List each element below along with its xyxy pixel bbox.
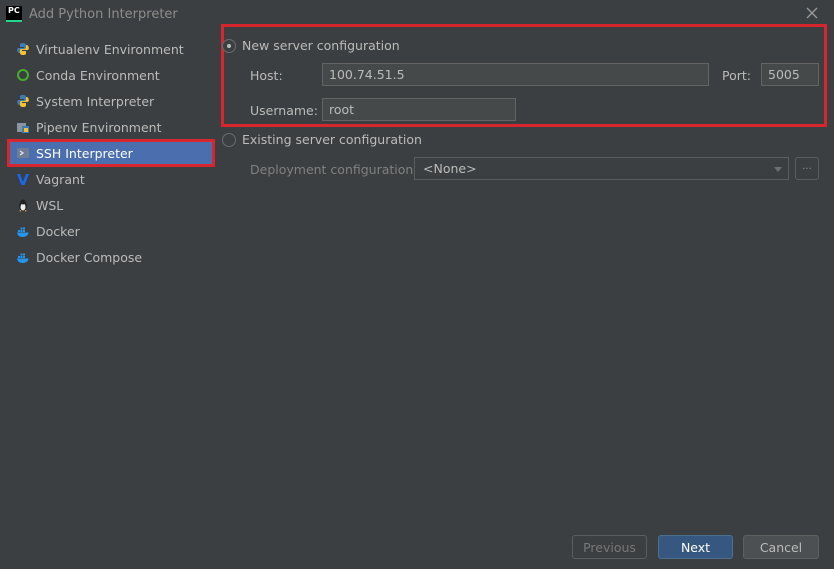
sidebar-item-conda[interactable]: Conda Environment <box>8 62 214 88</box>
deployment-config-select[interactable]: <None> <box>414 157 789 180</box>
sidebar-item-label: Pipenv Environment <box>36 119 162 135</box>
deployment-config-label: Deployment configuration: <box>250 162 418 177</box>
docker-icon <box>15 223 31 239</box>
username-input[interactable] <box>322 98 516 121</box>
cancel-button[interactable]: Cancel <box>743 535 819 559</box>
linux-icon <box>15 197 31 213</box>
sidebar-item-wsl[interactable]: WSL <box>8 192 214 218</box>
browse-deployment-button[interactable]: ... <box>795 157 819 180</box>
existing-server-radio[interactable] <box>222 133 236 147</box>
window-title: Add Python Interpreter <box>29 7 178 22</box>
interpreter-type-list: Virtualenv Environment Conda Environment… <box>7 36 215 270</box>
sidebar-item-label: SSH Interpreter <box>36 145 133 161</box>
sidebar-item-label: Docker <box>36 223 80 239</box>
close-icon[interactable] <box>804 5 820 21</box>
chevron-down-icon <box>774 167 782 172</box>
sidebar-item-docker-compose[interactable]: Docker Compose <box>8 244 214 270</box>
port-input[interactable] <box>761 63 819 86</box>
sidebar-item-virtualenv[interactable]: Virtualenv Environment <box>8 36 214 62</box>
sidebar-item-label: System Interpreter <box>36 93 155 109</box>
username-label: Username: <box>250 103 318 118</box>
existing-server-label: Existing server configuration <box>242 132 422 147</box>
python-icon <box>15 93 31 109</box>
deployment-config-value: <None> <box>423 161 477 176</box>
sidebar-item-label: Virtualenv Environment <box>36 41 184 57</box>
vagrant-icon <box>15 171 31 187</box>
host-input[interactable] <box>322 63 709 86</box>
new-server-radio[interactable] <box>222 39 236 53</box>
sidebar-item-label: Vagrant <box>36 171 85 187</box>
sidebar-item-label: Docker Compose <box>36 249 143 265</box>
pycharm-logo-icon: PC <box>6 6 22 22</box>
sidebar-item-label: Conda Environment <box>36 67 160 83</box>
terminal-icon <box>15 145 31 161</box>
sidebar-item-ssh[interactable]: SSH Interpreter <box>7 139 215 167</box>
docker-icon <box>15 249 31 265</box>
sidebar-item-system[interactable]: System Interpreter <box>8 88 214 114</box>
host-label: Host: <box>250 68 283 83</box>
new-server-label: New server configuration <box>242 38 400 53</box>
pipenv-icon <box>15 119 31 135</box>
next-button[interactable]: Next <box>658 535 733 559</box>
sidebar-item-vagrant[interactable]: Vagrant <box>8 166 214 192</box>
port-label: Port: <box>722 68 751 83</box>
sidebar-item-docker[interactable]: Docker <box>8 218 214 244</box>
sidebar-item-pipenv[interactable]: Pipenv Environment <box>8 114 214 140</box>
python-icon <box>15 41 31 57</box>
sidebar-item-label: WSL <box>36 197 64 213</box>
conda-icon <box>15 67 31 83</box>
previous-button[interactable]: Previous <box>572 535 647 559</box>
